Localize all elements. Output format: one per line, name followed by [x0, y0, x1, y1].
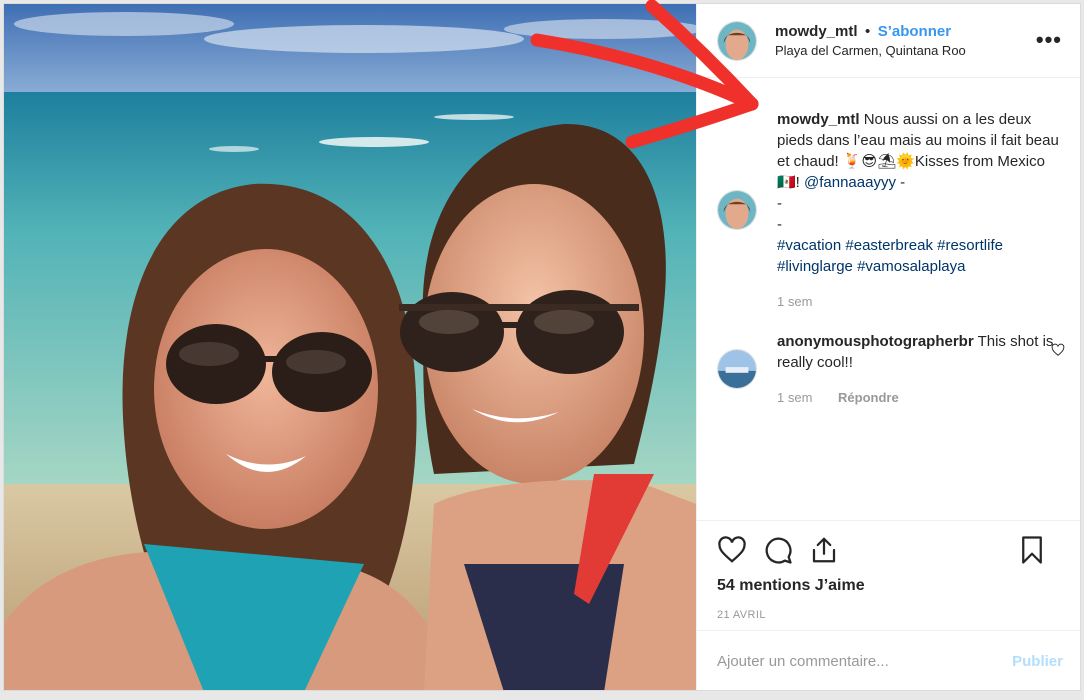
post-window: mowdy_mtl • S’abonner Playa del Carmen, … [3, 3, 1081, 691]
comment-bubble-icon[interactable] [763, 535, 793, 565]
header-text: mowdy_mtl • S’abonner Playa del Carmen, … [775, 22, 966, 60]
comment-text: anonymousphotographerbr This shot is rea… [777, 331, 1067, 408]
post-actions: 54 mentions J’aime 21 AVRIL [697, 520, 1080, 621]
comment-composer: Publier [697, 630, 1080, 690]
commenter-avatar[interactable] [717, 349, 757, 389]
caption-trailing: - [895, 174, 906, 191]
follow-button[interactable]: S’abonner [878, 23, 951, 40]
mention-link[interactable]: @fannaaayyy [804, 174, 896, 191]
post-photo[interactable] [4, 4, 696, 690]
hashtag-link[interactable]: #vacation [777, 237, 841, 254]
author-username[interactable]: mowdy_mtl [775, 23, 858, 40]
bookmark-icon[interactable] [1017, 535, 1047, 565]
commenter-username[interactable]: anonymousphotographerbr [777, 333, 974, 350]
caption-dash: - [777, 195, 782, 212]
avatar-image [718, 191, 756, 229]
more-options-icon[interactable]: ••• [1036, 29, 1062, 51]
like-heart-icon[interactable] [717, 535, 747, 565]
author-avatar[interactable] [717, 20, 757, 61]
avatar-image [718, 350, 756, 388]
share-icon[interactable] [809, 535, 839, 565]
caption-dash: - [777, 216, 782, 233]
hashtag-link[interactable]: #vamosalaplaya [857, 258, 965, 275]
comment-meta: 1 sem Répondre [777, 387, 1067, 408]
caption-meta: 1 sem [777, 291, 1067, 312]
beach-selfie-image [4, 4, 696, 690]
reply-button[interactable]: Répondre [838, 390, 899, 405]
post-side-panel: mowdy_mtl • S’abonner Playa del Carmen, … [696, 4, 1080, 690]
location-link[interactable]: Playa del Carmen, Quintana Roo [775, 41, 966, 60]
post-date: 21 AVRIL [717, 609, 766, 621]
action-icons [717, 521, 1063, 579]
caption-time[interactable]: 1 sem [777, 294, 812, 309]
avatar-image [718, 21, 756, 60]
separator-dot: • [864, 22, 871, 40]
caption-text: mowdy_mtl Nous aussi on a les deux pieds… [777, 109, 1067, 312]
comment-time[interactable]: 1 sem [777, 390, 812, 405]
hashtag-link[interactable]: #resortlife [937, 237, 1003, 254]
comment-like-heart-icon[interactable] [1051, 343, 1065, 357]
comment-input[interactable] [717, 653, 1013, 670]
publish-button[interactable]: Publier [1012, 653, 1063, 670]
likes-count[interactable]: 54 mentions J’aime [717, 577, 1063, 595]
caption-username[interactable]: mowdy_mtl [777, 111, 860, 128]
hashtag-link[interactable]: #livinglarge [777, 258, 853, 275]
post-header: mowdy_mtl • S’abonner Playa del Carmen, … [697, 4, 1080, 78]
hashtag-link[interactable]: #easterbreak [845, 237, 933, 254]
comments-list[interactable]: mowdy_mtl Nous aussi on a les deux pieds… [697, 79, 1080, 519]
caption-avatar[interactable] [717, 190, 757, 230]
